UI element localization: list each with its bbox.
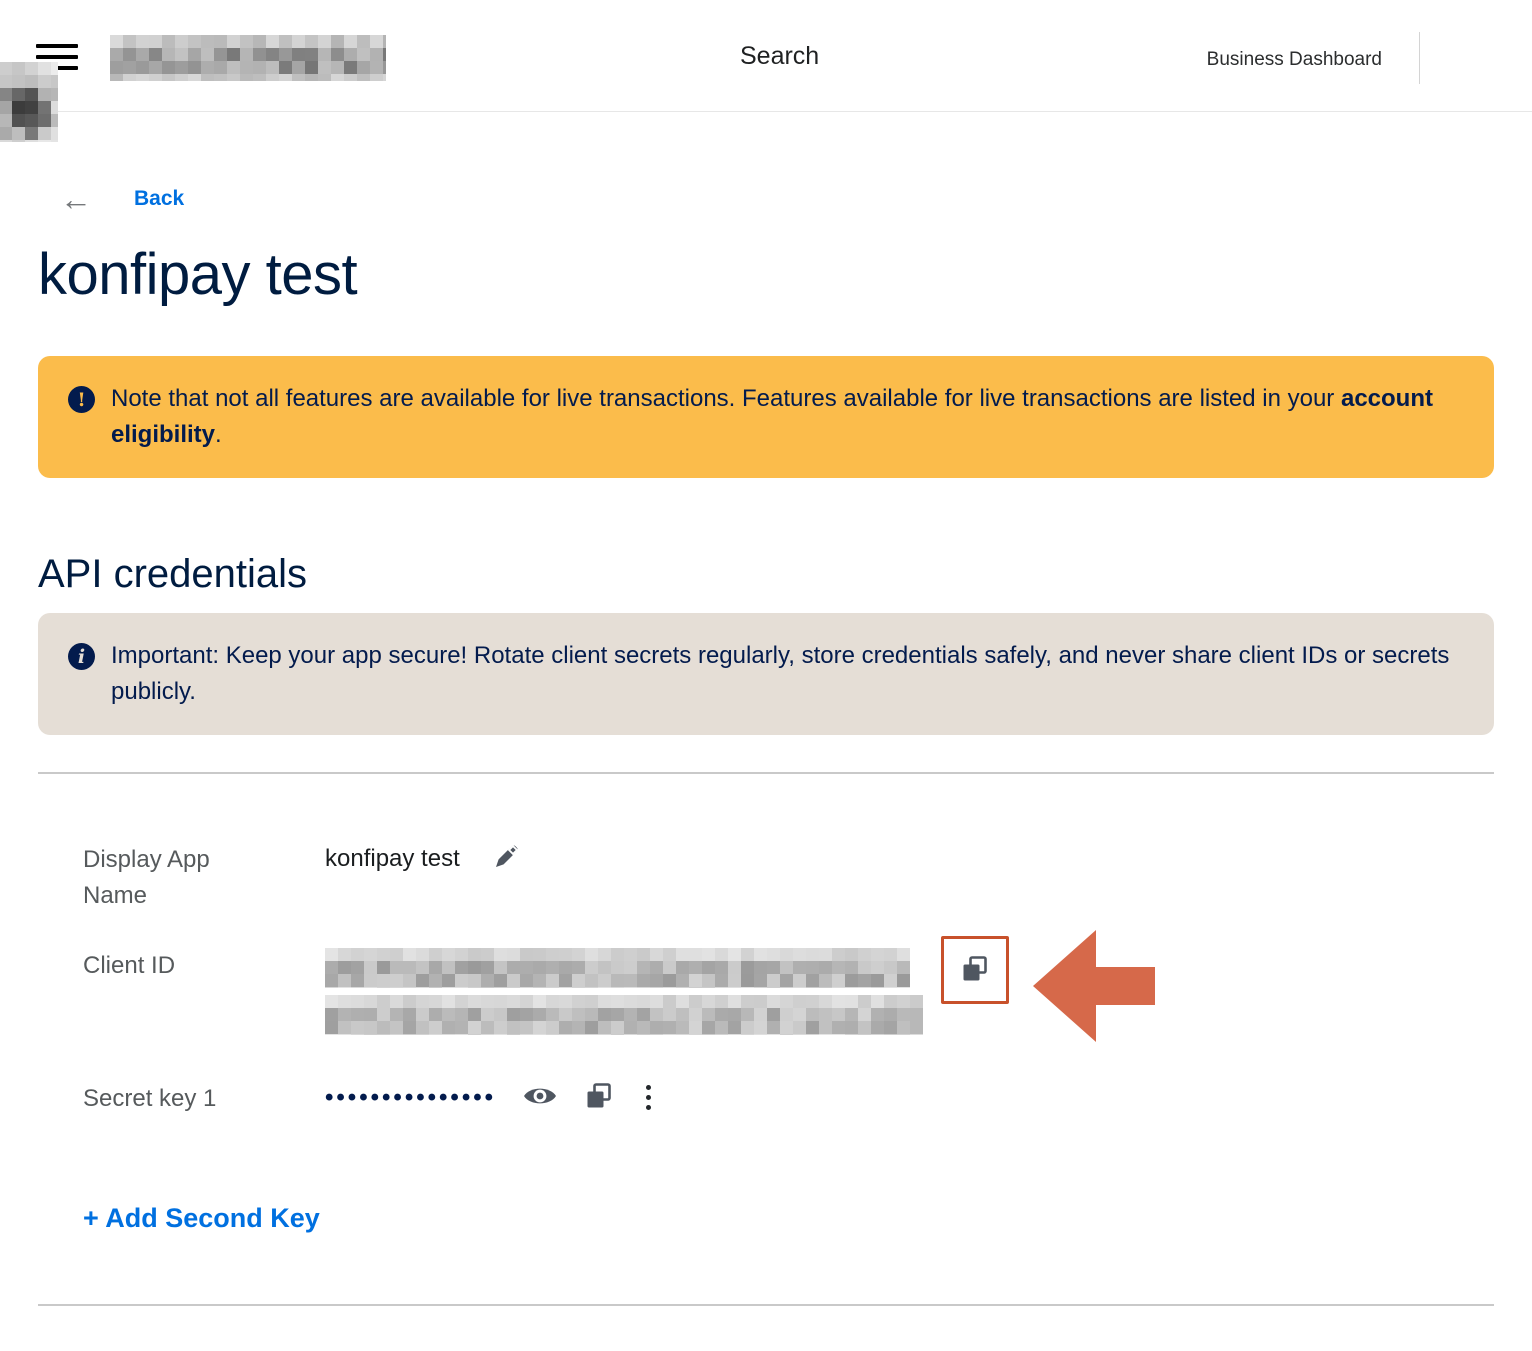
exclamation-icon: !: [68, 386, 95, 413]
credentials-table: Display App Name konfipay test Client ID: [38, 842, 1494, 1234]
client-id-label: Client ID: [83, 948, 325, 984]
client-id-redacted-line1: [325, 948, 910, 988]
orange-arrow-annotation-icon: [1033, 930, 1155, 1047]
copy-icon: [584, 1081, 614, 1114]
info-icon: i: [68, 643, 95, 670]
display-app-name-label: Display App Name: [83, 842, 325, 914]
client-id-label-text: Client ID: [83, 948, 175, 984]
live-transactions-notice-banner: ! Note that not all features are availab…: [38, 356, 1494, 478]
security-info-text: Important: Keep your app secure! Rotate …: [111, 638, 1464, 710]
secret-key-masked-value: •••••••••••••••: [325, 1083, 496, 1113]
reveal-secret-button[interactable]: [522, 1081, 558, 1114]
add-second-key-link[interactable]: + Add Second Key: [83, 1203, 320, 1234]
divider-top: [38, 772, 1494, 774]
header-divider: [1419, 32, 1420, 84]
search-button[interactable]: Search: [740, 42, 819, 71]
page-title: konfipay test: [38, 241, 1494, 308]
business-dashboard-link[interactable]: Business Dashboard: [1207, 49, 1382, 71]
copy-icon: [960, 954, 990, 987]
back-arrow-icon[interactable]: ←: [60, 183, 92, 215]
client-id-redacted-value: [325, 948, 923, 1035]
back-row: ← Back: [38, 183, 1494, 215]
secret-key-label: Secret key 1: [83, 1081, 325, 1117]
main-content: ← Back konfipay test ! Note that not all…: [0, 183, 1532, 1351]
notice-text-suffix: .: [215, 421, 222, 448]
client-id-redacted-line2: [325, 995, 923, 1035]
eye-icon: [522, 1081, 558, 1114]
back-link[interactable]: Back: [134, 187, 184, 211]
edit-app-name-button[interactable]: [494, 842, 521, 872]
avatar[interactable]: [0, 62, 58, 142]
security-info-banner: i Important: Keep your app secure! Rotat…: [38, 613, 1494, 735]
top-header: Search Business Dashboard: [0, 0, 1532, 112]
client-id-value-wrap: [325, 948, 1155, 1047]
display-app-name-value: konfipay test: [325, 842, 460, 876]
display-app-name-label-text: Display App Name: [83, 842, 258, 914]
app-logo[interactable]: [110, 35, 386, 81]
copy-client-id-button[interactable]: [941, 936, 1009, 1004]
secret-key-label-text: Secret key 1: [83, 1081, 216, 1117]
notice-text: Note that not all features are available…: [111, 381, 1464, 453]
pencil-icon: [494, 857, 521, 872]
secret-key-value-wrap: •••••••••••••••: [325, 1081, 657, 1114]
divider-bottom: [38, 1304, 1494, 1306]
notice-text-main: Note that not all features are available…: [111, 385, 1341, 412]
api-credentials-heading: API credentials: [38, 552, 1494, 597]
display-app-name-row: Display App Name konfipay test: [83, 842, 1494, 914]
kebab-menu-icon[interactable]: [640, 1083, 657, 1112]
display-app-name-value-wrap: konfipay test: [325, 842, 521, 876]
secret-key-row: Secret key 1 •••••••••••••••: [83, 1081, 1494, 1117]
copy-secret-button[interactable]: [584, 1081, 614, 1114]
client-id-row: Client ID: [83, 948, 1494, 1047]
